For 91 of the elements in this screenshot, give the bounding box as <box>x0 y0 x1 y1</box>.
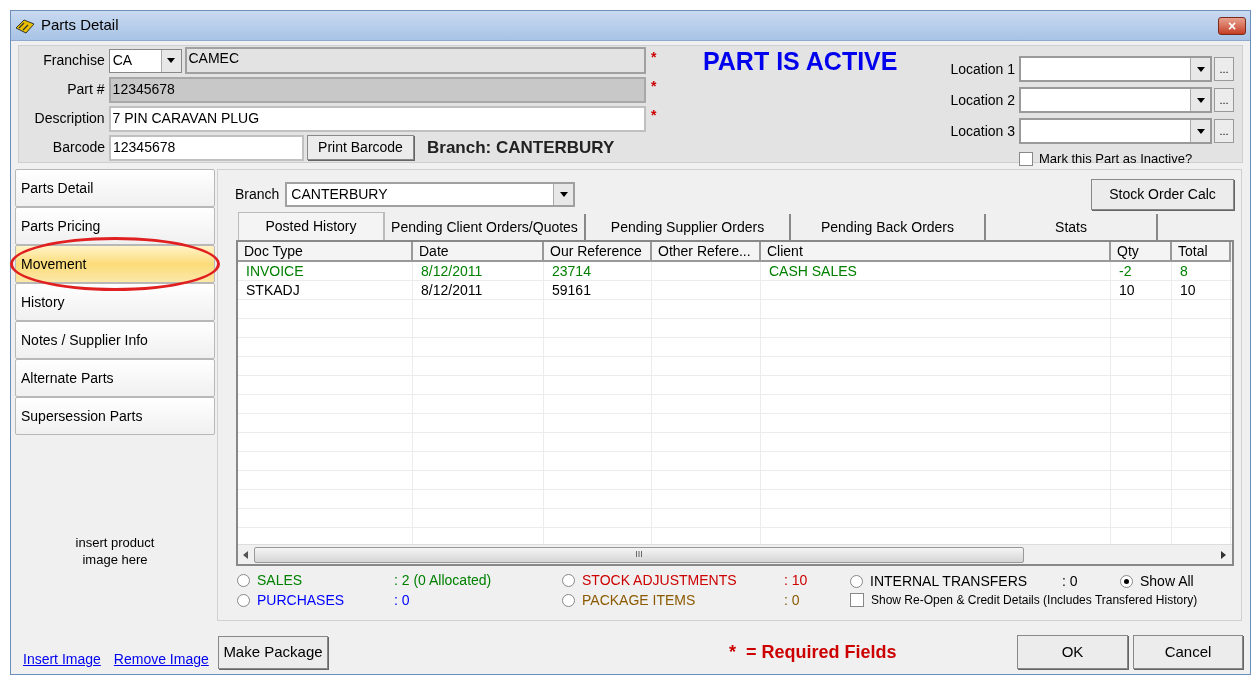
checkbox-label: Mark this Part as Inactive? <box>1039 150 1193 168</box>
sidebar-item[interactable]: Alternate Parts <box>15 359 215 397</box>
field-label: Location 1 <box>950 59 1015 79</box>
count-text: : 10 <box>784 571 808 590</box>
checkbox-label: Show Re-Open & Credit Details (Includes Transfered History) <box>871 592 1198 609</box>
count-text: : 0 <box>784 591 800 610</box>
horizontal-scrollbar[interactable]: III <box>238 544 1232 564</box>
table-cell-text: INVOICE <box>245 262 305 280</box>
franchise-name-field: CAMEC <box>184 47 647 74</box>
status-text: PART IS ACTIVE <box>703 46 899 76</box>
radio-label: STOCK ADJUSTMENTS <box>582 571 738 590</box>
sidebar-item[interactable]: Supersession Parts <box>15 397 215 435</box>
field-label: Barcode <box>51 138 106 157</box>
part-number-field[interactable]: 12345678 <box>108 76 647 103</box>
print-barcode-button[interactable]: Print Barcode <box>307 135 414 160</box>
table-cell-text: 8 <box>1179 262 1189 280</box>
scroll-thumb[interactable]: III <box>254 546 1024 563</box>
table-cell-text: 59161 <box>551 281 592 299</box>
column-header[interactable]: Our Reference <box>544 242 652 262</box>
required-mark: * <box>729 640 736 664</box>
link[interactable]: Insert Image <box>23 648 101 670</box>
table-cell-text: 8/12/2011 <box>420 281 484 299</box>
location-dropdown[interactable] <box>1019 118 1212 144</box>
parts-icon <box>15 17 35 34</box>
branch-dropdown[interactable]: CANTERBURY <box>285 181 576 207</box>
checkbox[interactable] <box>850 593 864 607</box>
required-mark: * <box>651 77 658 92</box>
browse-button[interactable]: ... <box>1214 119 1234 143</box>
window-title: Parts Detail <box>41 15 119 36</box>
location-dropdown[interactable] <box>1019 56 1212 82</box>
sidebar-item[interactable]: Movement <box>15 245 215 283</box>
branch-label: Branch: CANTERBURY <box>427 136 615 159</box>
browse-button[interactable]: ... <box>1214 57 1234 81</box>
barcode-field[interactable]: 12345678 <box>109 134 304 161</box>
field-label: Franchise <box>42 51 106 70</box>
count-text: : 0 <box>1062 572 1078 591</box>
radio-label: PACKAGE ITEMS <box>582 591 697 610</box>
checkbox[interactable] <box>1019 151 1033 166</box>
field-label: Location 3 <box>950 121 1015 141</box>
column-header[interactable]: Other Refere... <box>652 242 761 262</box>
stock-order-calc-button[interactable]: Stock Order Calc <box>1091 178 1234 210</box>
sidebar-item[interactable]: History <box>15 283 215 321</box>
radio-button[interactable] <box>1120 575 1133 588</box>
sidebar-item[interactable]: Parts Pricing <box>15 207 215 245</box>
caret-icon <box>1196 97 1205 103</box>
field-label: Part # <box>66 80 106 99</box>
image-placeholder-text: insert product image here <box>74 534 156 568</box>
radio-button[interactable] <box>237 574 250 587</box>
caret-icon <box>1196 128 1205 134</box>
column-header[interactable]: Qty <box>1111 242 1172 262</box>
field-label: Description <box>33 109 106 128</box>
radio-label: SALES <box>257 571 304 590</box>
sidebar-item[interactable]: Notes / Supplier Info <box>15 321 215 359</box>
make-package-button[interactable]: Make Package <box>218 635 328 669</box>
count-text: : 0 <box>394 591 410 610</box>
location-dropdown[interactable] <box>1019 87 1212 113</box>
column-header[interactable]: Total <box>1172 242 1231 262</box>
caret-icon <box>1196 66 1205 72</box>
ok-button[interactable]: OK <box>1017 635 1128 669</box>
cancel-button[interactable]: Cancel <box>1133 635 1243 669</box>
radio-label: Show All <box>1140 572 1194 591</box>
required-mark: * <box>651 106 658 121</box>
required-mark: * <box>651 48 658 63</box>
required-fields-note: = Required Fields <box>746 640 897 664</box>
radio-button[interactable] <box>850 575 863 588</box>
browse-button[interactable]: ... <box>1214 88 1234 112</box>
radio-label: INTERNAL TRANSFERS <box>870 572 1029 591</box>
radio-button[interactable] <box>237 594 250 607</box>
table-cell-text: -2 <box>1118 262 1133 280</box>
field-label: Location 2 <box>950 90 1015 110</box>
table-cell-text: STKADJ <box>245 281 301 299</box>
radio-label: PURCHASES <box>257 591 346 610</box>
column-header[interactable]: Doc Type <box>238 242 413 262</box>
radio-button[interactable] <box>562 594 575 607</box>
field-label: Branch <box>235 184 280 204</box>
table-cell-text: 10 <box>1179 281 1197 299</box>
franchise-dropdown[interactable]: CA <box>108 48 182 73</box>
column-header[interactable]: Date <box>413 242 544 262</box>
caret-icon <box>559 191 568 197</box>
sidebar-item[interactable]: Parts Detail <box>15 169 215 207</box>
column-header[interactable]: Client <box>761 242 1111 262</box>
table-cell-text: 23714 <box>551 262 592 280</box>
count-text: : 2 (0 Allocated) <box>394 571 492 590</box>
link[interactable]: Remove Image <box>113 648 209 670</box>
table-cell-text: 10 <box>1118 281 1136 299</box>
description-field[interactable]: 7 PIN CARAVAN PLUG <box>108 105 647 132</box>
radio-button[interactable] <box>562 574 575 587</box>
caret-icon <box>167 58 175 63</box>
tab[interactable]: Posted History <box>238 212 385 240</box>
table-cell-text: CASH SALES <box>768 262 858 280</box>
table-cell-text: 8/12/2011 <box>420 262 484 280</box>
